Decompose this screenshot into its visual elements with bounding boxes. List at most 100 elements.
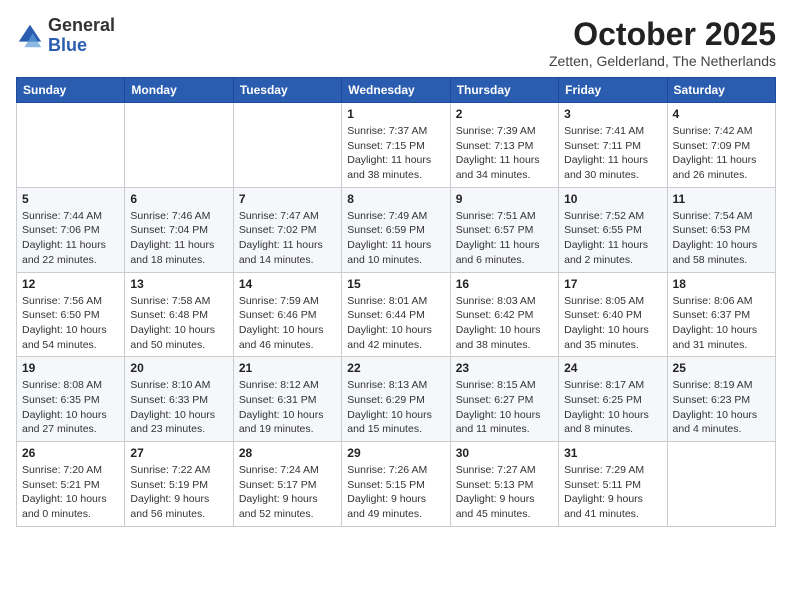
day-info: Sunrise: 8:12 AM Sunset: 6:31 PM Dayligh… xyxy=(239,378,336,437)
day-number: 10 xyxy=(564,192,661,206)
weekday-thursday: Thursday xyxy=(450,78,558,103)
day-cell: 10 Sunrise: 7:52 AM Sunset: 6:55 PM Dayli… xyxy=(559,187,667,272)
day-number: 13 xyxy=(130,277,227,291)
day-cell xyxy=(17,103,125,188)
day-info: Sunrise: 8:17 AM Sunset: 6:25 PM Dayligh… xyxy=(564,378,661,437)
day-number: 31 xyxy=(564,446,661,460)
day-cell: 19 Sunrise: 8:08 AM Sunset: 6:35 PM Dayli… xyxy=(17,357,125,442)
week-row-2: 12 Sunrise: 7:56 AM Sunset: 6:50 PM Dayli… xyxy=(17,272,776,357)
day-info: Sunrise: 7:39 AM Sunset: 7:13 PM Dayligh… xyxy=(456,124,553,183)
day-number: 11 xyxy=(673,192,770,206)
day-info: Sunrise: 8:05 AM Sunset: 6:40 PM Dayligh… xyxy=(564,294,661,353)
day-info: Sunrise: 7:59 AM Sunset: 6:46 PM Dayligh… xyxy=(239,294,336,353)
week-row-4: 26Sunrise: 7:20 AM Sunset: 5:21 PM Dayli… xyxy=(17,442,776,527)
day-number: 30 xyxy=(456,446,553,460)
day-cell: 29 Sunrise: 7:26 AM Sunset: 5:15 PM Dayli… xyxy=(342,442,450,527)
calendar-table: SundayMondayTuesdayWednesdayThursdayFrid… xyxy=(16,77,776,527)
day-number: 27 xyxy=(130,446,227,460)
day-number: 3 xyxy=(564,107,661,121)
day-info: Sunrise: 7:37 AM Sunset: 7:15 PM Dayligh… xyxy=(347,124,444,183)
day-info: Sunrise: 7:56 AM Sunset: 6:50 PM Dayligh… xyxy=(22,294,119,353)
day-number: 1 xyxy=(347,107,444,121)
day-number: 21 xyxy=(239,361,336,375)
day-info: Sunrise: 8:06 AM Sunset: 6:37 PM Dayligh… xyxy=(673,294,770,353)
day-info: Sunrise: 7:29 AM Sunset: 5:11 PM Dayligh… xyxy=(564,463,661,522)
day-info: Sunrise: 8:13 AM Sunset: 6:29 PM Dayligh… xyxy=(347,378,444,437)
day-number: 28 xyxy=(239,446,336,460)
day-number: 15 xyxy=(347,277,444,291)
weekday-friday: Friday xyxy=(559,78,667,103)
day-info: Sunrise: 7:22 AM Sunset: 5:19 PM Dayligh… xyxy=(130,463,227,522)
day-info: Sunrise: 7:27 AM Sunset: 5:13 PM Dayligh… xyxy=(456,463,553,522)
day-number: 20 xyxy=(130,361,227,375)
day-number: 16 xyxy=(456,277,553,291)
day-cell: 5Sunrise: 7:44 AM Sunset: 7:06 PM Daylig… xyxy=(17,187,125,272)
day-number: 9 xyxy=(456,192,553,206)
day-info: Sunrise: 7:42 AM Sunset: 7:09 PM Dayligh… xyxy=(673,124,770,183)
day-cell: 27 Sunrise: 7:22 AM Sunset: 5:19 PM Dayli… xyxy=(125,442,233,527)
week-row-0: 1 Sunrise: 7:37 AM Sunset: 7:15 PM Daylig… xyxy=(17,103,776,188)
day-cell: 23 Sunrise: 8:15 AM Sunset: 6:27 PM Dayli… xyxy=(450,357,558,442)
day-number: 24 xyxy=(564,361,661,375)
day-info: Sunrise: 8:03 AM Sunset: 6:42 PM Dayligh… xyxy=(456,294,553,353)
day-number: 23 xyxy=(456,361,553,375)
day-cell: 24 Sunrise: 8:17 AM Sunset: 6:25 PM Dayli… xyxy=(559,357,667,442)
day-cell: 13 Sunrise: 7:58 AM Sunset: 6:48 PM Dayli… xyxy=(125,272,233,357)
day-cell: 8Sunrise: 7:49 AM Sunset: 6:59 PM Daylig… xyxy=(342,187,450,272)
month-title: October 2025 xyxy=(549,16,776,53)
day-number: 19 xyxy=(22,361,119,375)
page-header: General Blue October 2025 Zetten, Gelder… xyxy=(16,16,776,69)
day-cell: 7Sunrise: 7:47 AM Sunset: 7:02 PM Daylig… xyxy=(233,187,341,272)
week-row-3: 19 Sunrise: 8:08 AM Sunset: 6:35 PM Dayli… xyxy=(17,357,776,442)
day-info: Sunrise: 8:15 AM Sunset: 6:27 PM Dayligh… xyxy=(456,378,553,437)
day-number: 6 xyxy=(130,192,227,206)
day-cell: 1 Sunrise: 7:37 AM Sunset: 7:15 PM Daylig… xyxy=(342,103,450,188)
day-cell: 21 Sunrise: 8:12 AM Sunset: 6:31 PM Dayli… xyxy=(233,357,341,442)
day-info: Sunrise: 8:19 AM Sunset: 6:23 PM Dayligh… xyxy=(673,378,770,437)
day-info: Sunrise: 7:49 AM Sunset: 6:59 PM Dayligh… xyxy=(347,209,444,268)
day-number: 14 xyxy=(239,277,336,291)
day-info: Sunrise: 7:20 AM Sunset: 5:21 PM Dayligh… xyxy=(22,463,119,522)
day-info: Sunrise: 7:52 AM Sunset: 6:55 PM Dayligh… xyxy=(564,209,661,268)
day-info: Sunrise: 7:46 AM Sunset: 7:04 PM Dayligh… xyxy=(130,209,227,268)
day-cell: 15Sunrise: 8:01 AM Sunset: 6:44 PM Dayli… xyxy=(342,272,450,357)
day-cell: 28 Sunrise: 7:24 AM Sunset: 5:17 PM Dayli… xyxy=(233,442,341,527)
day-number: 18 xyxy=(673,277,770,291)
day-cell xyxy=(125,103,233,188)
calendar-body: 1 Sunrise: 7:37 AM Sunset: 7:15 PM Daylig… xyxy=(17,103,776,527)
day-cell: 30 Sunrise: 7:27 AM Sunset: 5:13 PM Dayli… xyxy=(450,442,558,527)
day-info: Sunrise: 7:44 AM Sunset: 7:06 PM Dayligh… xyxy=(22,209,119,268)
day-cell xyxy=(667,442,775,527)
day-info: Sunrise: 7:41 AM Sunset: 7:11 PM Dayligh… xyxy=(564,124,661,183)
day-number: 17 xyxy=(564,277,661,291)
day-number: 22 xyxy=(347,361,444,375)
day-cell: 17 Sunrise: 8:05 AM Sunset: 6:40 PM Dayli… xyxy=(559,272,667,357)
logo-icon xyxy=(16,22,44,50)
title-block: October 2025 Zetten, Gelderland, The Net… xyxy=(549,16,776,69)
day-cell: 18 Sunrise: 8:06 AM Sunset: 6:37 PM Dayli… xyxy=(667,272,775,357)
day-info: Sunrise: 7:24 AM Sunset: 5:17 PM Dayligh… xyxy=(239,463,336,522)
logo: General Blue xyxy=(16,16,115,56)
day-cell xyxy=(233,103,341,188)
weekday-monday: Monday xyxy=(125,78,233,103)
day-cell: 22 Sunrise: 8:13 AM Sunset: 6:29 PM Dayli… xyxy=(342,357,450,442)
day-info: Sunrise: 8:10 AM Sunset: 6:33 PM Dayligh… xyxy=(130,378,227,437)
day-info: Sunrise: 7:58 AM Sunset: 6:48 PM Dayligh… xyxy=(130,294,227,353)
weekday-wednesday: Wednesday xyxy=(342,78,450,103)
day-number: 29 xyxy=(347,446,444,460)
day-cell: 12 Sunrise: 7:56 AM Sunset: 6:50 PM Dayli… xyxy=(17,272,125,357)
day-cell: 6 Sunrise: 7:46 AM Sunset: 7:04 PM Daylig… xyxy=(125,187,233,272)
day-info: Sunrise: 7:47 AM Sunset: 7:02 PM Dayligh… xyxy=(239,209,336,268)
day-number: 4 xyxy=(673,107,770,121)
day-cell: 9Sunrise: 7:51 AM Sunset: 6:57 PM Daylig… xyxy=(450,187,558,272)
week-row-1: 5Sunrise: 7:44 AM Sunset: 7:06 PM Daylig… xyxy=(17,187,776,272)
day-info: Sunrise: 8:08 AM Sunset: 6:35 PM Dayligh… xyxy=(22,378,119,437)
weekday-header-row: SundayMondayTuesdayWednesdayThursdayFrid… xyxy=(17,78,776,103)
day-number: 2 xyxy=(456,107,553,121)
day-info: Sunrise: 7:26 AM Sunset: 5:15 PM Dayligh… xyxy=(347,463,444,522)
logo-general-text: General xyxy=(48,15,115,35)
day-cell: 31 Sunrise: 7:29 AM Sunset: 5:11 PM Dayli… xyxy=(559,442,667,527)
day-cell: 3 Sunrise: 7:41 AM Sunset: 7:11 PM Daylig… xyxy=(559,103,667,188)
logo-blue-text: Blue xyxy=(48,35,87,55)
day-number: 12 xyxy=(22,277,119,291)
